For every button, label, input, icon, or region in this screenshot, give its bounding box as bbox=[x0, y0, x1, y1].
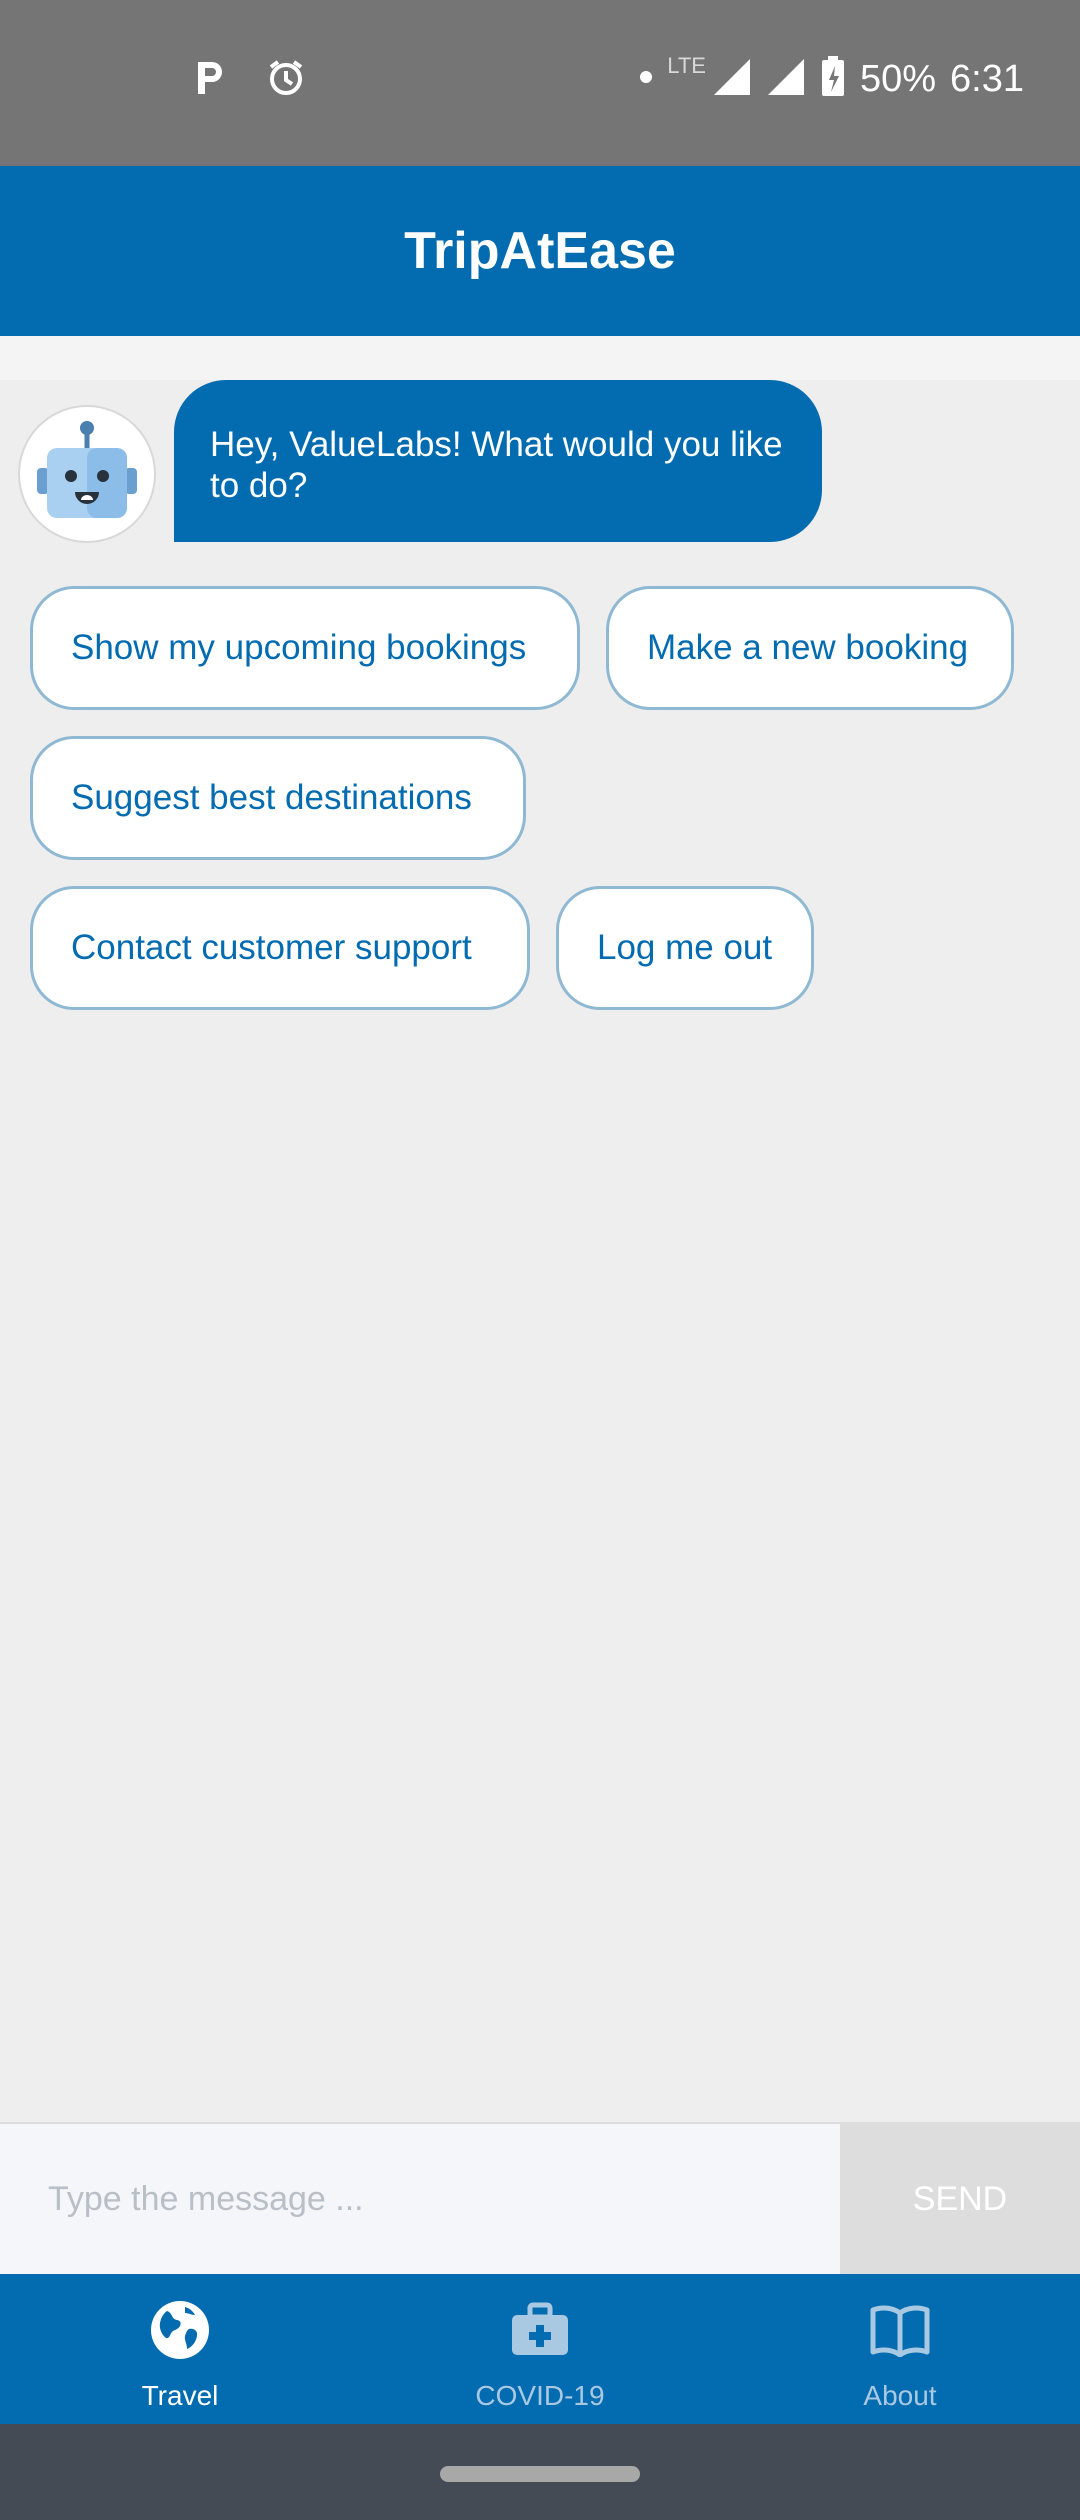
bot-message-bubble: Hey, ValueLabs! What would you like to d… bbox=[174, 380, 822, 542]
nav-label-about: About bbox=[863, 2380, 937, 2411]
nav-item-covid[interactable]: COVID-19 bbox=[360, 2274, 720, 2424]
quick-reply-row: Show my upcoming bookings Make a new boo… bbox=[30, 586, 1050, 710]
show-upcoming-bookings-button[interactable]: Show my upcoming bookings bbox=[30, 586, 580, 710]
app-title: TripAtEase bbox=[404, 222, 676, 280]
nav-item-travel[interactable]: Travel bbox=[0, 2274, 360, 2424]
message-input[interactable] bbox=[0, 2124, 840, 2274]
notification-dot-icon bbox=[639, 70, 653, 89]
suggest-destinations-button[interactable]: Suggest best destinations bbox=[30, 736, 526, 860]
book-icon bbox=[869, 2298, 931, 2362]
system-gesture-bar bbox=[0, 2424, 1080, 2520]
status-bar: LTE 50% 6:31 bbox=[0, 0, 1080, 166]
app-bar-divider bbox=[0, 336, 1080, 380]
send-button[interactable]: SEND bbox=[840, 2124, 1080, 2274]
signal-strength-2-icon bbox=[766, 57, 806, 102]
parking-app-icon bbox=[192, 58, 228, 103]
nav-label-covid: COVID-19 bbox=[475, 2380, 605, 2411]
alarm-clock-icon bbox=[266, 58, 306, 103]
log-out-button[interactable]: Log me out bbox=[556, 886, 814, 1010]
network-type: LTE bbox=[667, 52, 706, 78]
nav-label-travel: Travel bbox=[141, 2380, 219, 2411]
medical-kit-icon bbox=[509, 2298, 571, 2362]
quick-reply-row: Contact customer support Log me out bbox=[30, 886, 1050, 1010]
message-composer: SEND bbox=[0, 2122, 1080, 2274]
make-new-booking-button[interactable]: Make a new booking bbox=[606, 586, 1014, 710]
signal-strength-icon bbox=[712, 57, 752, 102]
globe-icon bbox=[149, 2298, 211, 2362]
bottom-navigation: Travel COVID-19 About bbox=[0, 2274, 1080, 2424]
bot-avatar bbox=[18, 405, 156, 543]
home-gesture-handle[interactable] bbox=[440, 2466, 640, 2482]
robot-icon bbox=[37, 421, 137, 518]
bot-message-text: Hey, ValueLabs! What would you like to d… bbox=[210, 425, 783, 505]
quick-reply-row: Suggest best destinations bbox=[30, 736, 1050, 860]
battery-charging-icon bbox=[820, 56, 846, 103]
contact-support-button[interactable]: Contact customer support bbox=[30, 886, 530, 1010]
battery-percentage: 50% bbox=[859, 58, 937, 100]
clock-time: 6:31 bbox=[950, 58, 1024, 100]
app-bar: TripAtEase bbox=[0, 166, 1080, 336]
nav-item-about[interactable]: About bbox=[720, 2274, 1080, 2424]
quick-replies: Show my upcoming bookings Make a new boo… bbox=[30, 586, 1050, 1036]
